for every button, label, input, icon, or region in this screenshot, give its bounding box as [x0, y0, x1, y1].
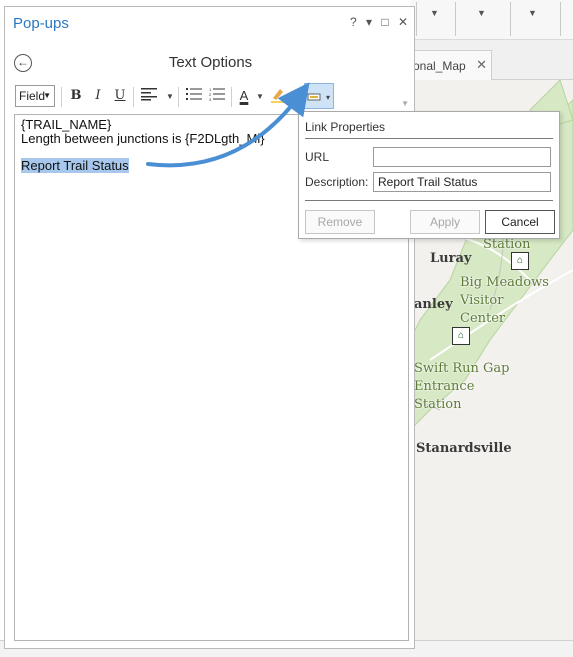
- insert-link-button[interactable]: ▾: [304, 83, 334, 109]
- map-tab-label: onal_Map: [413, 59, 466, 73]
- section-title: Text Options: [168, 54, 253, 71]
- editor-selected-text[interactable]: Report Trail Status: [21, 158, 129, 173]
- align-left-button[interactable]: [140, 87, 158, 105]
- chevron-down-icon[interactable]: ▼: [256, 92, 264, 101]
- svg-text:3: 3: [209, 97, 212, 101]
- map-label-big-meadows: Big Meadows: [460, 275, 549, 290]
- toolbar-overflow-icon[interactable]: ▼: [401, 99, 409, 108]
- ribbon-dropdown-arrow-icon[interactable]: ▼: [477, 8, 486, 18]
- url-label: URL: [305, 150, 330, 164]
- bullet-list-icon: [186, 88, 202, 100]
- highlight-color-button[interactable]: [269, 87, 287, 105]
- cancel-button[interactable]: Cancel: [485, 210, 555, 234]
- pane-controls: ? ▾ □ ✕: [344, 15, 408, 29]
- map-tab[interactable]: onal_Map ✕: [410, 50, 492, 80]
- italic-button[interactable]: I: [89, 87, 107, 105]
- chevron-down-icon: ▼: [43, 91, 51, 100]
- popup-divider: [305, 200, 553, 201]
- link-properties-popup: Link Properties URL Description: Remove …: [298, 111, 560, 239]
- ribbon-separator: [416, 2, 417, 36]
- pane-menu-icon[interactable]: ▾: [366, 15, 372, 29]
- map-label-luray: Luray: [430, 251, 472, 266]
- editor-line-length: Length between junctions is {F2DLgth_Mi}: [21, 131, 265, 146]
- svg-text:▾: ▾: [326, 93, 330, 102]
- ribbon-separator: [455, 2, 456, 36]
- map-label-stanardsville: Stanardsville: [416, 441, 512, 456]
- ribbon-separator: [510, 2, 511, 36]
- hyperlink-icon: ▾: [307, 93, 330, 102]
- toolbar-separator: [61, 87, 62, 107]
- numbered-list-icon: 1 2 3: [209, 87, 225, 102]
- bold-button[interactable]: B: [67, 87, 85, 105]
- map-label-entrance-station: Station: [414, 397, 462, 412]
- remove-button[interactable]: Remove: [305, 210, 375, 234]
- chevron-down-icon[interactable]: ▼: [289, 92, 297, 101]
- toolbar-separator: [231, 87, 232, 107]
- text-format-toolbar: Field ▼ B I U ▼ 1 2 3 A ▼ ▼ ▾ ▼: [13, 83, 411, 111]
- ribbon-separator: [560, 2, 561, 36]
- numbered-list-button[interactable]: 1 2 3: [208, 87, 226, 105]
- map-label-center: Center: [460, 311, 506, 326]
- chevron-down-icon[interactable]: ▼: [166, 92, 174, 101]
- popups-pane: Pop-ups ? ▾ □ ✕ ← Text Options Field ▼ B…: [4, 6, 415, 649]
- toolbar-separator: [178, 87, 179, 107]
- popup-divider: [305, 138, 553, 139]
- map-tab-bar: onal_Map ✕: [410, 40, 573, 80]
- ranger-station-icon[interactable]: ⌂: [511, 252, 529, 270]
- toolbar-separator: [133, 87, 134, 107]
- popup-title: Link Properties: [305, 120, 386, 134]
- field-dropdown-label: Field: [19, 89, 46, 103]
- highlighter-icon: [271, 89, 285, 103]
- close-icon[interactable]: ✕: [398, 15, 408, 29]
- font-color-button[interactable]: A: [235, 87, 253, 105]
- visitor-center-icon[interactable]: ⌂: [452, 327, 470, 345]
- apply-button[interactable]: Apply: [410, 210, 480, 234]
- map-label-entrance: Entrance: [414, 379, 475, 394]
- editor-line-trail-name: {TRAIL_NAME}: [21, 117, 112, 132]
- bullet-list-button[interactable]: [185, 87, 203, 105]
- map-label-station: Station: [483, 237, 531, 252]
- underline-button[interactable]: U: [111, 87, 129, 105]
- pane-header: Pop-ups ? ▾ □ ✕: [5, 7, 414, 39]
- map-label-visitor: Visitor: [460, 293, 504, 308]
- description-input[interactable]: [373, 172, 551, 192]
- description-label: Description:: [305, 175, 369, 189]
- align-left-icon: [141, 88, 157, 101]
- ribbon-dropdown-arrow-icon[interactable]: ▼: [528, 8, 537, 18]
- toolbar-separator: [300, 87, 301, 107]
- url-input[interactable]: [373, 147, 551, 167]
- close-tab-icon[interactable]: ✕: [476, 57, 487, 73]
- ribbon-dropdown-arrow-icon[interactable]: ▼: [430, 8, 439, 18]
- ribbon: ▼ ▼ ▼: [410, 0, 573, 40]
- restore-icon[interactable]: □: [381, 15, 388, 29]
- pane-title: Pop-ups: [13, 15, 69, 32]
- map-label-stanley: anley: [414, 297, 453, 312]
- help-icon[interactable]: ?: [350, 15, 357, 29]
- field-dropdown[interactable]: Field ▼: [15, 85, 55, 107]
- map-label-swift-run-gap: Swift Run Gap: [414, 361, 510, 376]
